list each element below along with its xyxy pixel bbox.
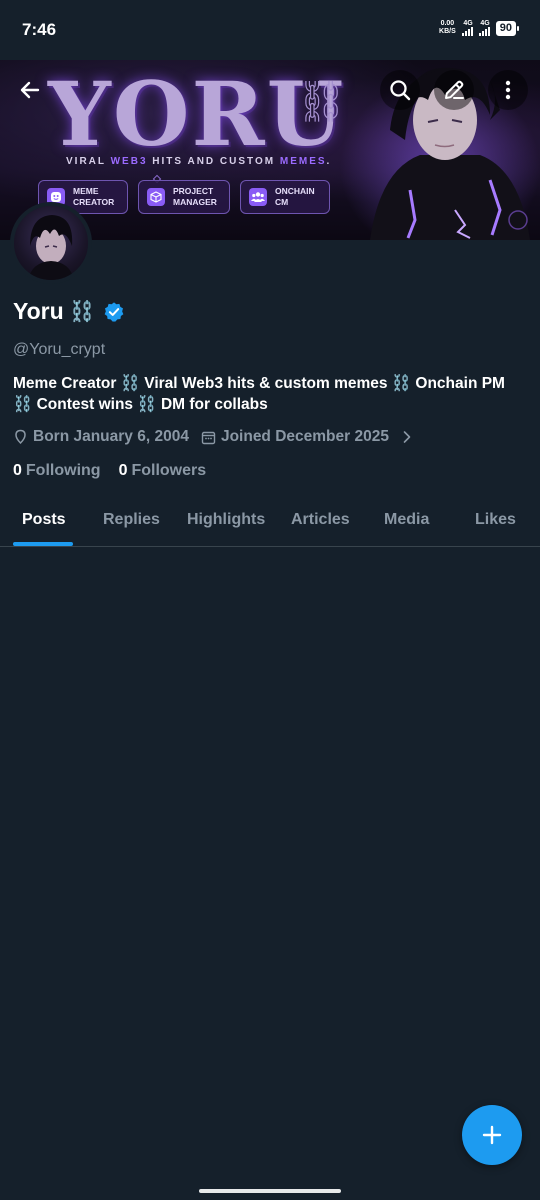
following-count: 0 [13,462,22,479]
followers-count: 0 [118,462,128,479]
battery-icon: 90 [495,20,520,36]
calendar-icon [201,431,216,444]
cube-icon [147,188,165,206]
battery-level: 90 [499,21,512,34]
signal-icon: 4G [461,20,473,36]
following-link[interactable]: 0 Following [13,462,101,480]
signal-label: 4G [463,20,473,27]
network-speed-value: 0.00 [440,20,455,27]
following-label: Following [25,462,101,479]
display-name: Yoru [13,298,64,324]
pencil-icon [445,80,464,99]
arrow-left-icon [20,81,40,99]
joined-text: Joined December 2025 [220,428,389,445]
back-button[interactable] [10,70,50,110]
tab-posts[interactable]: Posts [22,511,66,529]
followers-label: Followers [131,462,207,479]
status-indicators: 0.00 KB/S 4G 4G 90 [439,20,520,36]
tab-articles[interactable]: Articles [291,511,350,529]
birthday-text: Born January 6, 2004 [33,428,189,445]
follow-stats: 0 Following 0 Followers [13,462,206,480]
network-speed-unit: KB/S [439,28,456,35]
profile-tabs: Posts Replies Highlights Articles Media … [0,496,540,547]
tab-highlights[interactable]: Highlights [187,511,265,529]
profile-bio: Meme Creator ⛓️ Viral Web3 hits & custom… [13,375,505,413]
more-options-button[interactable] [488,70,528,110]
more-vertical-icon [505,80,511,100]
verified-badge-icon[interactable] [103,301,125,323]
banner-badge-project-manager: PROJECT MANAGER [138,180,230,214]
status-time: 7:46 [22,20,57,39]
tab-replies[interactable]: Replies [103,511,160,529]
compose-post-button[interactable] [462,1105,522,1165]
birthday-item: Born January 6, 2004 [13,428,189,446]
avatar[interactable] [10,202,92,284]
profile-meta: Born January 6, 2004 Joined December 202… [13,428,413,446]
signal-label-2: 4G [480,20,490,27]
location-pin-icon [15,429,26,445]
home-indicator[interactable] [199,1189,341,1193]
active-tab-indicator [13,542,73,546]
banner-badge-onchain-cm: ONCHAIN CM [240,180,330,214]
edit-button[interactable] [434,70,474,110]
group-icon [249,188,267,206]
plus-icon [482,1125,502,1145]
signal-icon-2: 4G [478,20,490,36]
profile-name-row: Yoru ⛓️ [13,298,125,325]
followers-link[interactable]: 0 Followers [119,462,207,480]
joined-item: Joined December 2025 [201,428,389,446]
network-speed: 0.00 KB/S [439,20,456,36]
avatar-image [28,215,74,280]
status-bar: 7:46 0.00 KB/S 4G 4G 90 [0,0,540,60]
banner-subtitle: VIRAL WEB3 HITS AND CUSTOM MEMES. [66,156,332,167]
search-icon [390,80,411,101]
chevron-right-icon[interactable] [401,430,413,444]
profile-handle: @Yoru_crypt [13,341,106,358]
chain-emoji: ⛓️ [69,301,95,323]
tab-media[interactable]: Media [384,511,429,529]
search-button[interactable] [380,70,420,110]
tab-likes[interactable]: Likes [475,511,516,529]
